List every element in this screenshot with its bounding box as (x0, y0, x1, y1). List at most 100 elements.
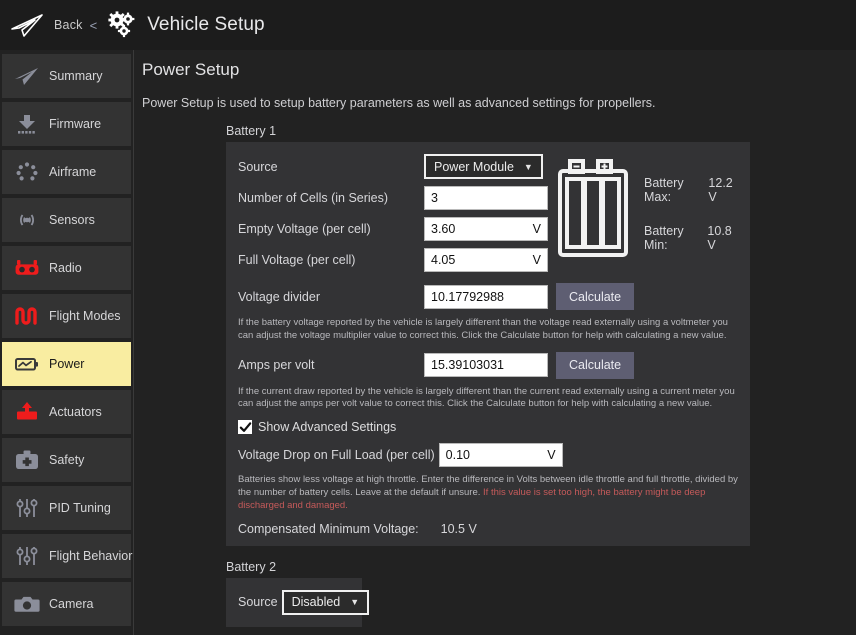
sidebar-item-actuators[interactable]: Actuators (2, 390, 131, 434)
paper-plane-icon (10, 61, 44, 91)
sliders-icon (10, 493, 44, 523)
battery2-source-row: Source Disabled ▼ (238, 590, 352, 615)
sidebar-item-label: Actuators (49, 405, 102, 419)
spinner-icon (10, 157, 44, 187)
chevron-down-icon: ▼ (524, 162, 533, 172)
sidebar-item-firmware[interactable]: Firmware (2, 102, 131, 146)
source-dropdown[interactable]: Power Module ▼ (424, 154, 543, 179)
sidebar-item-sensors[interactable]: Sensors (2, 198, 131, 242)
compensated-minimum-voltage-label: Compensated Minimum Voltage: (238, 522, 419, 536)
cells-label: Number of Cells (in Series) (238, 191, 424, 205)
main-content: Power Setup Power Setup is used to setup… (134, 50, 856, 635)
amps-per-volt-calculate-button[interactable]: Calculate (556, 352, 634, 379)
motor-icon (10, 397, 44, 427)
battery1-card: Source Power Module ▼ Number of Cells (i… (226, 142, 750, 546)
cells-input[interactable]: 3 (424, 186, 548, 210)
sidebar-item-airframe[interactable]: Airframe (2, 150, 131, 194)
show-advanced-settings-row[interactable]: Show Advanced Settings (238, 420, 738, 434)
full-voltage-input-value: 4.05 (431, 253, 533, 267)
voltage-drop-input[interactable]: 0.10 V (439, 443, 563, 467)
sidebar-item-label: Safety (49, 453, 84, 467)
sidebar-item-pid-tuning[interactable]: PID Tuning (2, 486, 131, 530)
paper-plane-icon (8, 10, 48, 40)
page-title: Vehicle Setup (147, 14, 265, 36)
battery2-card: Source Disabled ▼ (226, 578, 362, 627)
sidebar-item-flight-behavior[interactable]: Flight Behavior (2, 534, 131, 578)
voltage-drop-row: Voltage Drop on Full Load (per cell) 0.1… (238, 443, 738, 467)
voltage-divider-input[interactable]: 10.17792988 (424, 285, 548, 309)
camera-icon (10, 589, 44, 619)
source-row: Source Power Module ▼ (238, 154, 548, 179)
battery2-source-dropdown-value: Disabled (292, 595, 341, 609)
sidebar-item-label: Sensors (49, 213, 95, 227)
power-setup-description: Power Setup is used to setup battery par… (140, 96, 856, 110)
full-voltage-row: Full Voltage (per cell) 4.05 V (238, 248, 548, 272)
cells-row: Number of Cells (in Series) 3 (238, 186, 548, 210)
amps-per-volt-row: Amps per volt 15.39103031 Calculate (238, 352, 738, 379)
empty-voltage-unit: V (533, 222, 541, 236)
sidebar-item-safety[interactable]: Safety (2, 438, 131, 482)
amps-per-volt-input[interactable]: 15.39103031 (424, 353, 548, 377)
download-icon (10, 109, 44, 139)
sidebar-item-label: Airframe (49, 165, 96, 179)
full-voltage-unit: V (533, 253, 541, 267)
voltage-divider-calculate-button[interactable]: Calculate (556, 283, 634, 310)
sidebar-item-label: Camera (49, 597, 93, 611)
sidebar-item-label: Radio (49, 261, 82, 275)
battery2-source-label: Source (238, 595, 278, 609)
voltage-drop-label: Voltage Drop on Full Load (per cell) (238, 448, 435, 462)
amps-per-volt-input-value: 15.39103031 (431, 358, 541, 372)
sliders-icon (10, 541, 44, 571)
voltage-divider-hint: If the battery voltage reported by the v… (238, 317, 738, 343)
battery2-source-dropdown[interactable]: Disabled ▼ (282, 590, 370, 615)
empty-voltage-input-value: 3.60 (431, 222, 533, 236)
amps-per-volt-label: Amps per volt (238, 358, 424, 372)
full-voltage-label: Full Voltage (per cell) (238, 253, 424, 267)
empty-voltage-row: Empty Voltage (per cell) 3.60 V (238, 217, 548, 241)
voltage-divider-label: Voltage divider (238, 290, 424, 304)
back-button[interactable]: Back (54, 18, 83, 32)
amps-per-volt-hint: If the current draw reported by the vehi… (238, 386, 738, 412)
sidebar-item-flight-modes[interactable]: Flight Modes (2, 294, 131, 338)
battery1-group-label: Battery 1 (140, 124, 856, 138)
battery-max-value: 12.2 V (708, 176, 738, 204)
sidebar-item-label: Firmware (49, 117, 101, 131)
sidebar-item-camera[interactable]: Camera (2, 582, 131, 626)
battery-min-readout: Battery Min: 10.8 V (644, 224, 738, 252)
gamepad-icon (10, 253, 44, 283)
sidebar-item-summary[interactable]: Summary (2, 54, 131, 98)
voltage-divider-input-value: 10.17792988 (431, 290, 541, 304)
sidebar-item-radio[interactable]: Radio (2, 246, 131, 290)
gears-icon (104, 10, 140, 40)
sidebar-item-label: Power (49, 357, 84, 371)
sidebar-item-power[interactable]: Power (2, 342, 131, 386)
battery-max-label: Battery Max: (644, 176, 701, 204)
battery-bolt-icon (10, 349, 44, 379)
empty-voltage-input[interactable]: 3.60 V (424, 217, 548, 241)
battery-3cell-icon (556, 154, 630, 267)
sidebar-item-label: PID Tuning (49, 501, 111, 515)
chevron-down-icon: ▼ (350, 597, 359, 607)
full-voltage-input[interactable]: 4.05 V (424, 248, 548, 272)
first-aid-icon (10, 445, 44, 475)
sidebar-item-label: Flight Modes (49, 309, 121, 323)
power-setup-title: Power Setup (140, 60, 856, 80)
battery-max-readout: Battery Max: 12.2 V (644, 176, 738, 204)
compensated-minimum-voltage-row: Compensated Minimum Voltage: 10.5 V (238, 522, 738, 536)
voltage-drop-input-value: 0.10 (446, 448, 548, 462)
voltage-drop-hint: Batteries show less voltage at high thro… (238, 474, 738, 512)
voltage-divider-row: Voltage divider 10.17792988 Calculate (238, 283, 738, 310)
battery2-group-label: Battery 2 (140, 560, 856, 574)
voltage-drop-unit: V (547, 448, 555, 462)
source-label: Source (238, 160, 424, 174)
sidebar-item-label: Summary (49, 69, 102, 83)
sidebar: Summary (0, 50, 134, 635)
signal-waves-icon (10, 205, 44, 235)
back-chevron-icon[interactable]: < (90, 18, 98, 33)
check-icon (239, 421, 252, 434)
battery-min-label: Battery Min: (644, 224, 700, 252)
waveform-icon (10, 301, 44, 331)
show-advanced-settings-checkbox[interactable] (238, 420, 252, 434)
cells-input-value: 3 (431, 191, 541, 205)
top-bar: Back < (0, 0, 856, 50)
